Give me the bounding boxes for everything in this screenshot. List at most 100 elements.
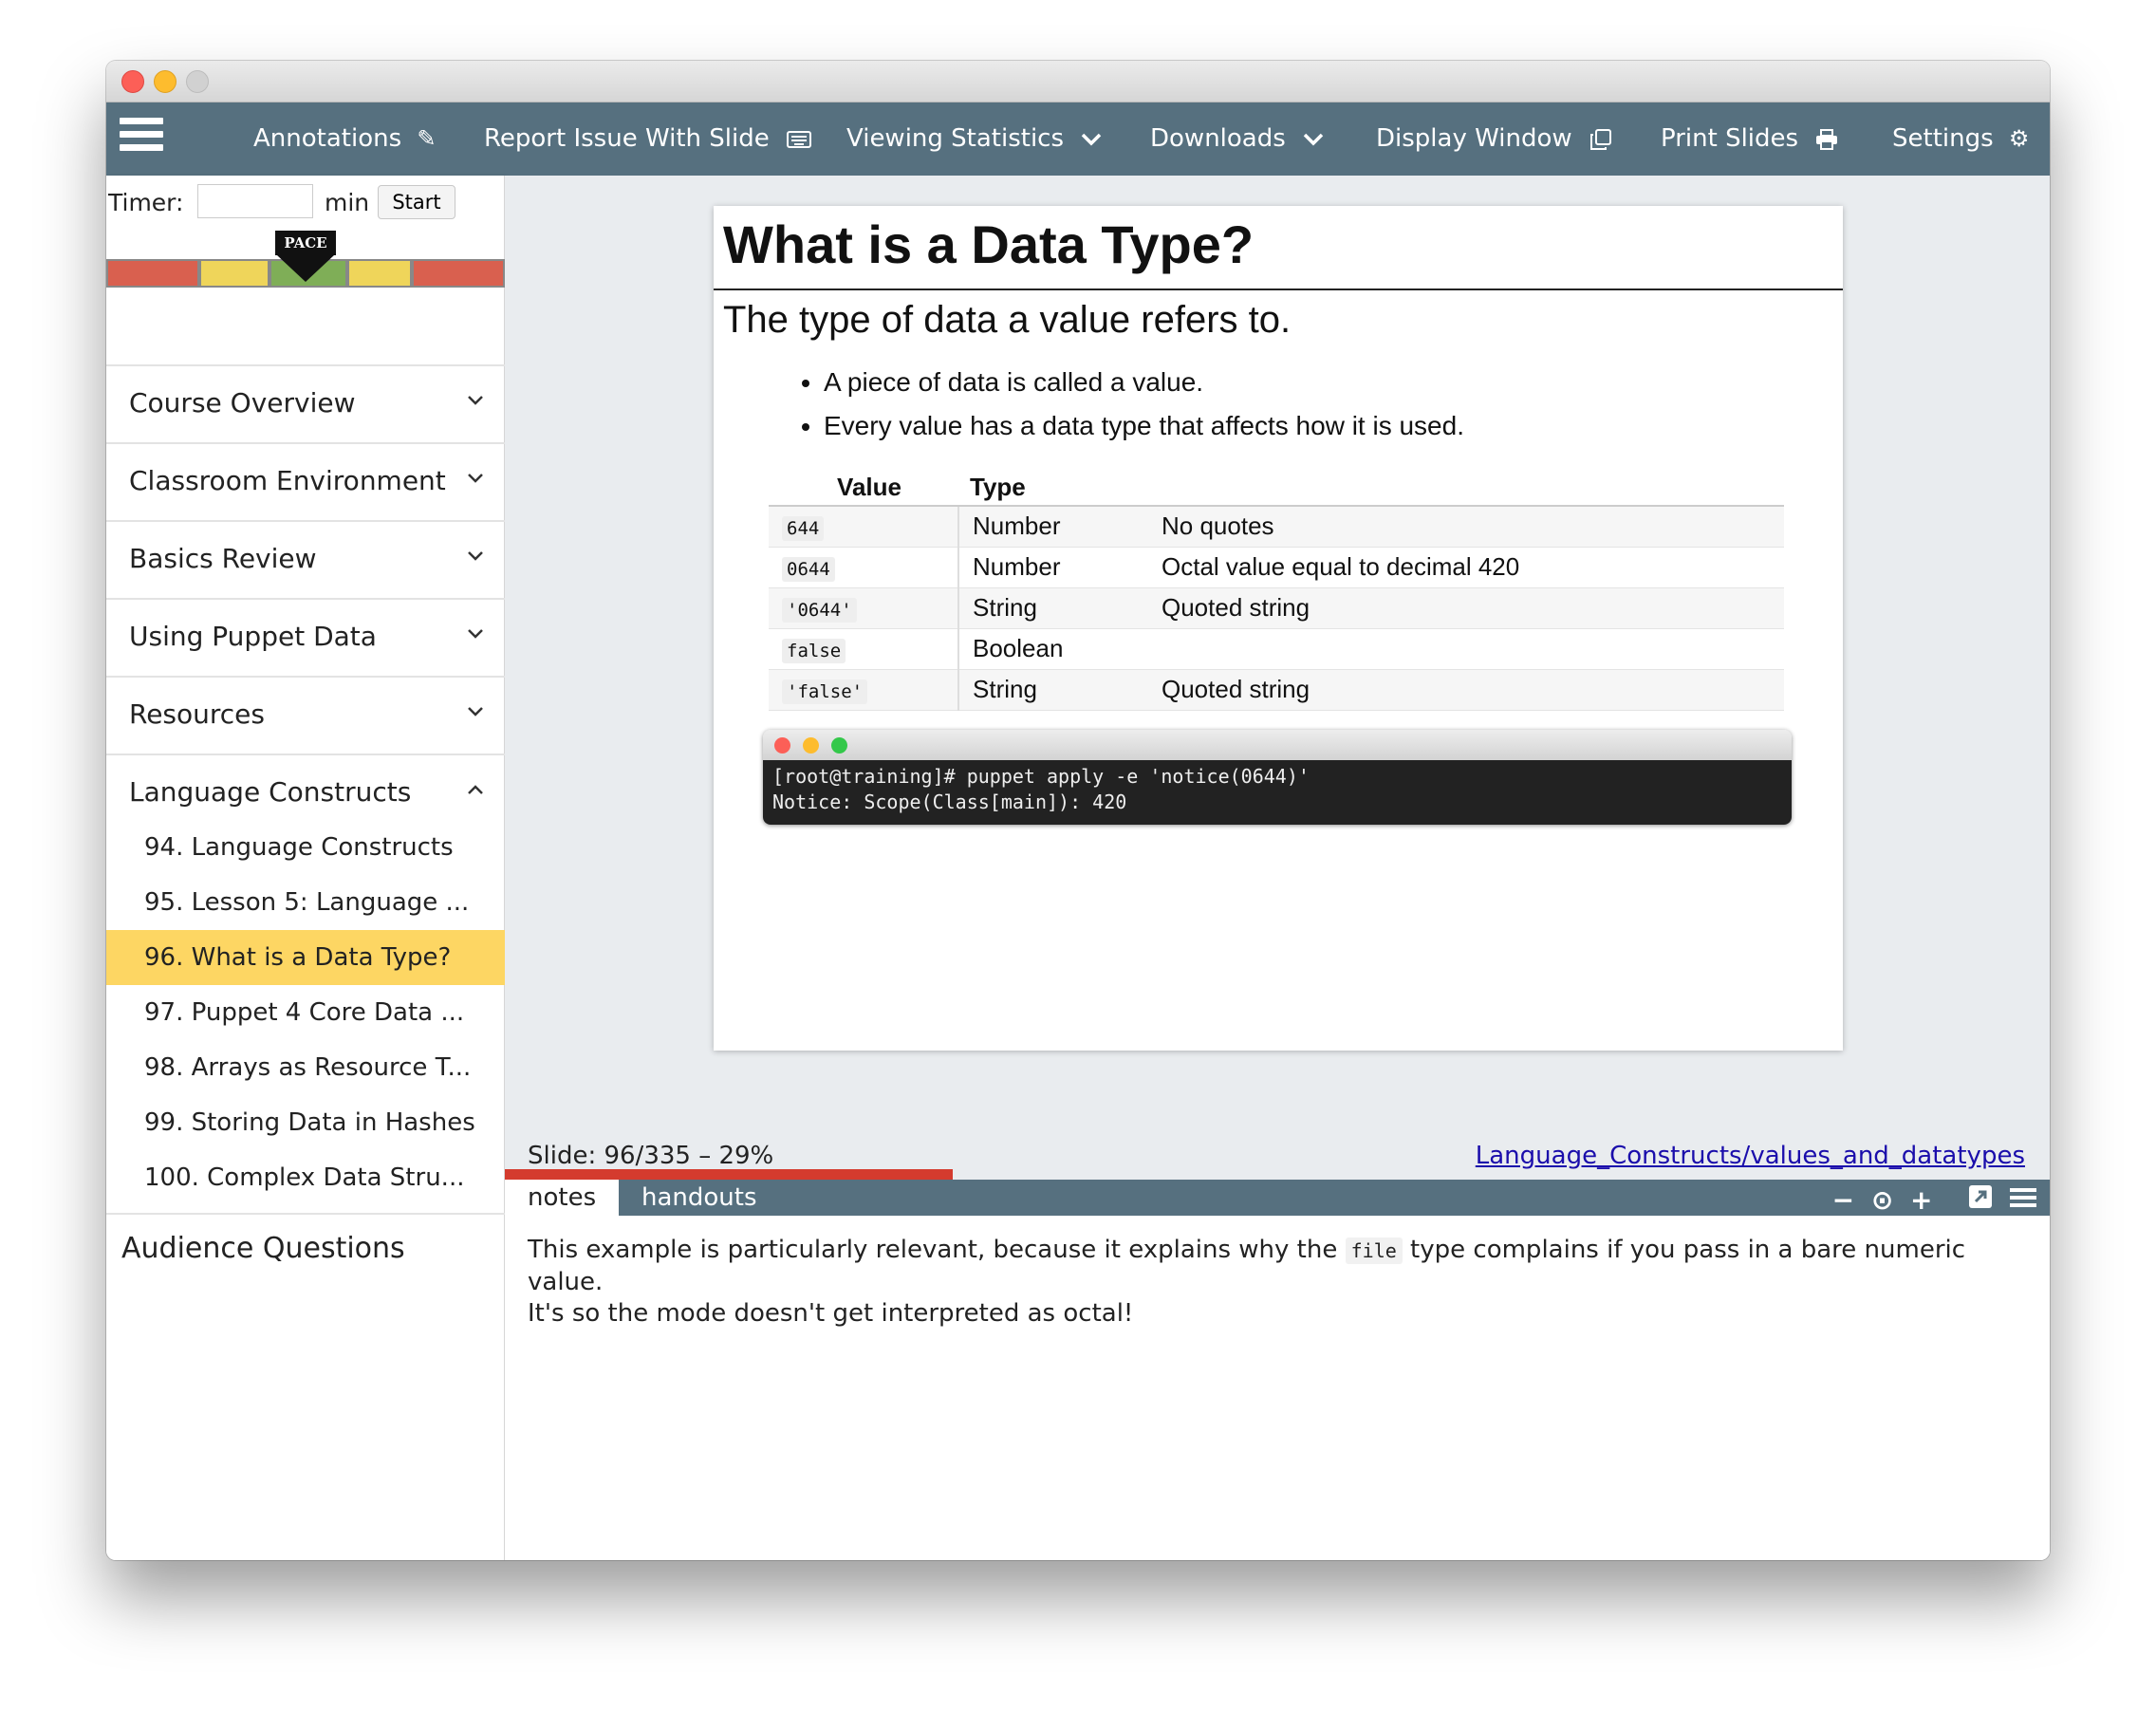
slide-progress-fill — [505, 1169, 954, 1180]
settings-label: Settings — [1892, 124, 1994, 153]
viewing-statistics-menu[interactable]: Viewing Statistics — [846, 102, 1102, 176]
audience-questions-label: Audience Questions — [121, 1232, 405, 1265]
display-window-button[interactable]: Display Window — [1376, 102, 1612, 176]
description-cell: Quoted string — [1148, 587, 1784, 629]
section-label: Resources — [129, 698, 265, 730]
section-course-overview[interactable]: Course Overview — [106, 364, 505, 442]
notes-text: This example is particularly relevant, b… — [528, 1236, 1346, 1264]
pace-segment-slightly-slow — [199, 259, 270, 288]
annotations-menu[interactable]: Annotations ✎ — [253, 102, 437, 176]
reset-font-icon[interactable]: ⊙ — [1871, 1184, 1893, 1216]
popout-notes-icon[interactable] — [1968, 1184, 1993, 1216]
table-row: 'false' String Quoted string — [769, 669, 1784, 711]
type-cell: Boolean — [958, 628, 1148, 670]
notes-toolbar: − ⊙ + — [1825, 1182, 2036, 1216]
table-row: 644 Number No quotes — [769, 506, 1784, 548]
slide-link-96-active[interactable]: 96. What is a Data Type? — [106, 930, 505, 985]
print-slides-label: Print Slides — [1661, 124, 1799, 153]
course-sections: Course Overview Classroom Environment Ba… — [106, 364, 505, 1289]
title-rule — [714, 288, 1843, 290]
slide-progress-bar — [505, 1169, 2050, 1180]
top-navbar: Annotations ✎ Report Issue With Slide Vi… — [106, 102, 2050, 176]
notes-line-1: This example is particularly relevant, b… — [528, 1235, 2027, 1298]
slide: What is a Data Type? The type of data a … — [714, 206, 1843, 1051]
report-issue-button[interactable]: Report Issue With Slide — [484, 102, 811, 176]
terminal-command-line: [root@training]# puppet apply -e 'notice… — [772, 765, 1310, 788]
chevron-down-icon — [1082, 133, 1102, 145]
keyboard-icon — [786, 130, 811, 148]
table-row: false Boolean — [769, 628, 1784, 670]
slide-link-99[interactable]: 99. Storing Data in Hashes — [106, 1095, 505, 1150]
timer-start-button[interactable]: Start — [378, 185, 455, 219]
type-cell: Number — [958, 547, 1148, 588]
section-label: Using Puppet Data — [129, 621, 377, 652]
value-cell: 0644 — [782, 557, 835, 582]
terminal-minimize-dot — [803, 737, 819, 754]
slide-bullets: A piece of data is called a value. Every… — [824, 367, 1464, 455]
column-header-value: Value — [769, 470, 958, 507]
slide-link-94[interactable]: 94. Language Constructs — [106, 820, 505, 875]
hamburger-menu-icon[interactable] — [120, 118, 163, 159]
pace-segment-fast — [412, 259, 505, 288]
slide-link-95[interactable]: 95. Lesson 5: Language ... — [106, 875, 505, 930]
chevron-down-icon — [468, 474, 483, 483]
sidebar: Timer: min Start PACE Course Overview Cl… — [106, 176, 505, 1560]
settings-button[interactable]: Settings ⚙ — [1892, 102, 2029, 176]
chevron-down-icon — [468, 551, 483, 561]
notes-menu-icon[interactable] — [2010, 1184, 2036, 1216]
table-row: 0644 Number Octal value equal to decimal… — [769, 547, 1784, 588]
section-resources[interactable]: Resources — [106, 676, 505, 754]
printer-icon — [1816, 128, 1838, 150]
close-window-button[interactable] — [121, 70, 144, 93]
slide-link-97[interactable]: 97. Puppet 4 Core Data ... — [106, 985, 505, 1040]
print-slides-button[interactable]: Print Slides — [1661, 102, 1838, 176]
timer-label: Timer: — [108, 189, 184, 216]
pace-indicator-arrow — [277, 255, 334, 282]
column-header-type: Type — [958, 470, 1148, 507]
minimize-window-button[interactable] — [154, 70, 177, 93]
app-window: Annotations ✎ Report Issue With Slide Vi… — [106, 61, 2050, 1560]
value-cell: 644 — [782, 516, 825, 542]
type-cell: String — [958, 669, 1148, 711]
slide-position-status: Slide: 96/335 – 29% — [528, 1142, 774, 1170]
slide-subtitle: The type of data a value refers to. — [723, 299, 1292, 341]
zoom-window-button[interactable] — [186, 70, 209, 93]
slide-source-link[interactable]: Language_Constructs/values_and_datatypes — [1476, 1142, 2025, 1170]
section-label: Classroom Environment — [129, 465, 446, 496]
bullet-item: Every value has a data type that affects… — [824, 411, 1464, 441]
downloads-label: Downloads — [1150, 124, 1286, 153]
viewing-statistics-label: Viewing Statistics — [846, 124, 1065, 153]
chevron-down-icon — [468, 396, 483, 405]
chevron-down-icon — [1303, 133, 1324, 145]
decrease-font-icon[interactable]: − — [1832, 1184, 1854, 1216]
presentation-area: What is a Data Type? The type of data a … — [505, 176, 2050, 1560]
bullet-item: A piece of data is called a value. — [824, 367, 1464, 398]
slide-link-100[interactable]: 100. Complex Data Stru... — [106, 1150, 505, 1205]
notes-code: file — [1345, 1237, 1403, 1264]
annotations-label: Annotations — [253, 124, 402, 153]
chevron-down-icon — [468, 707, 483, 716]
presenter-notes: This example is particularly relevant, b… — [505, 1216, 2050, 1560]
section-label: Basics Review — [129, 543, 317, 574]
datatype-table: Value Type 644 Number No quotes 0644 Num… — [769, 470, 1784, 711]
slide-link-98[interactable]: 98. Arrays as Resource T... — [106, 1040, 505, 1095]
section-label: Course Overview — [129, 387, 356, 419]
table-header-row: Value Type — [769, 470, 1784, 507]
value-cell: 'false' — [782, 679, 868, 704]
terminal-titlebar — [763, 730, 1792, 760]
description-cell — [1148, 628, 1784, 670]
increase-font-icon[interactable]: + — [1910, 1184, 1932, 1216]
section-basics-review[interactable]: Basics Review — [106, 520, 505, 598]
terminal-output-line: Notice: Scope(Class[main]): 420 — [772, 791, 1127, 813]
tab-notes[interactable]: notes — [505, 1180, 620, 1216]
terminal-close-dot — [774, 737, 790, 754]
tab-handouts[interactable]: handouts — [619, 1180, 780, 1216]
downloads-menu[interactable]: Downloads — [1150, 102, 1324, 176]
terminal-zoom-dot — [831, 737, 847, 754]
section-language-constructs[interactable]: Language Constructs — [106, 754, 505, 820]
section-subitems: 94. Language Constructs 95. Lesson 5: La… — [106, 820, 505, 1205]
timer-input[interactable] — [197, 184, 313, 218]
audience-questions[interactable]: Audience Questions — [106, 1213, 505, 1289]
section-classroom-environment[interactable]: Classroom Environment — [106, 442, 505, 520]
section-using-puppet-data[interactable]: Using Puppet Data — [106, 598, 505, 676]
